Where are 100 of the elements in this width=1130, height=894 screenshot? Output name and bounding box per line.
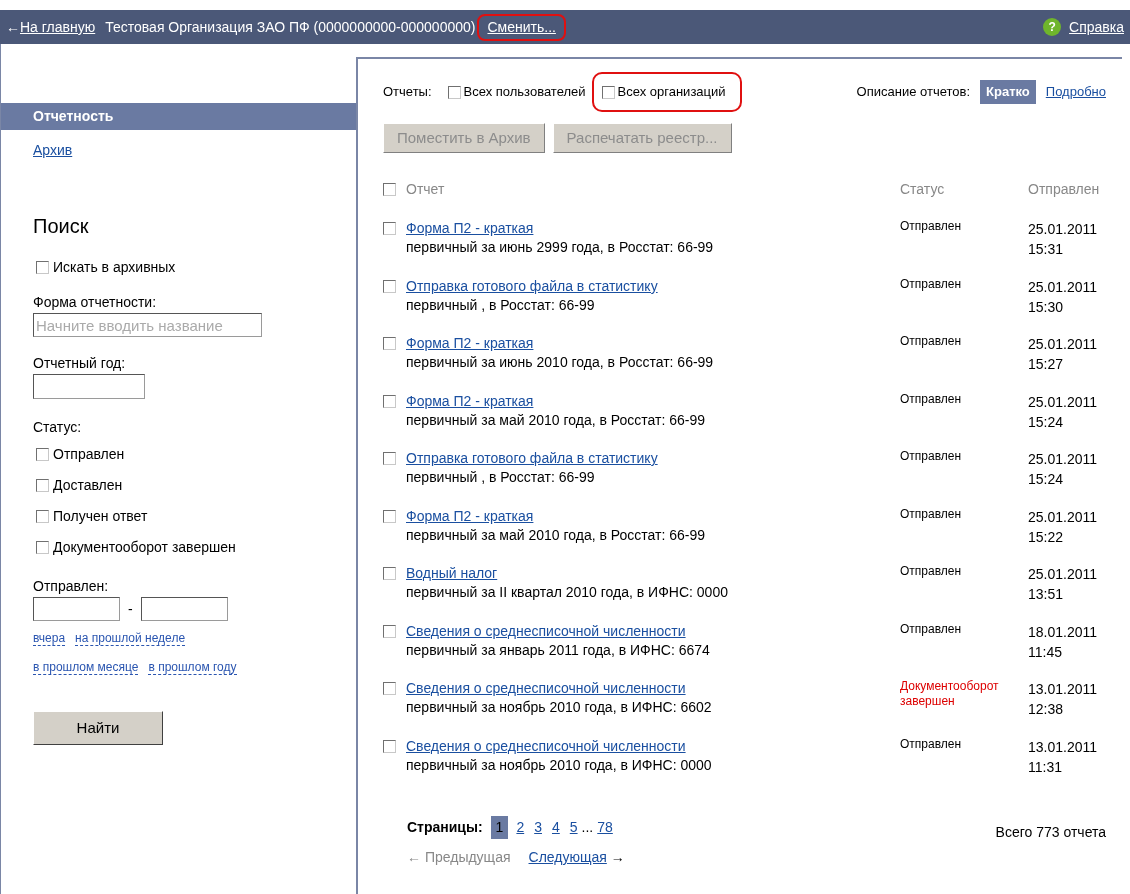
time-text: 15:22 [1028, 527, 1065, 547]
report-link[interactable]: Форма П2 - краткая [406, 391, 534, 411]
help-link[interactable]: Справка [1069, 16, 1124, 38]
checkbox-label: Получен ответ [53, 507, 148, 526]
report-link[interactable]: Сведения о среднесписочной численности [406, 679, 686, 698]
report-details: первичный , в Росстат: 66-99 [406, 468, 595, 487]
report-details: первичный за ноябрь 2010 года, в ИФНС: 6602 [406, 698, 712, 717]
checkbox[interactable] [36, 479, 49, 492]
checkbox[interactable] [383, 739, 396, 753]
report-details: первичный за июнь 2999 года, в Росстат: 66-99 [406, 238, 714, 257]
time-text: 15:30 [1028, 297, 1065, 317]
checkbox[interactable] [383, 182, 396, 196]
column-header: Отчет [406, 179, 445, 199]
sidebar-item[interactable]: Архив [1, 130, 356, 161]
pagination-label: Страницы: [407, 818, 483, 837]
checkbox[interactable] [383, 509, 396, 523]
report-link[interactable]: Водный налог [406, 564, 498, 583]
page-link[interactable]: 78 [597, 817, 613, 838]
mode-link[interactable]: Подробно [1045, 82, 1106, 102]
checkbox[interactable] [383, 222, 396, 235]
total-count: Всего 773 отчета [995, 823, 1106, 842]
date-text: 25.01.2011 [1028, 450, 1098, 469]
date-text: 18.01.2011 [1028, 622, 1098, 642]
date-text: 13.01.2011 [1028, 680, 1098, 699]
change-link[interactable]: Сменить... [487, 18, 556, 35]
date-link[interactable]: на прошлой неделе [75, 631, 186, 646]
date-text: 25.01.2011 [1028, 277, 1098, 297]
time-text: 15:24 [1028, 470, 1065, 489]
checkbox[interactable] [447, 85, 461, 99]
page-link[interactable]: 4 [552, 817, 560, 838]
status-text: Отправлен [900, 506, 963, 523]
input-field[interactable] [140, 597, 228, 621]
description-label: Описание отчетов: [856, 83, 971, 102]
field-label: Форма отчетности: [33, 293, 157, 312]
report-details: первичный за II квартал 2010 года, в ИФНС: 0000 [406, 583, 728, 602]
status-text: Отправлен [900, 276, 963, 293]
field-label: Статус: [33, 418, 82, 437]
report-link[interactable]: Отправка готового файла в статистику [406, 449, 658, 468]
ellipsis-text: ... [581, 818, 594, 837]
status-text: Отправлен [900, 621, 963, 638]
checkbox-label: Отправлен [53, 445, 125, 464]
checkbox[interactable] [36, 510, 49, 523]
checkbox[interactable] [383, 337, 396, 350]
time-text: 15:27 [1028, 355, 1065, 374]
checkbox[interactable] [383, 624, 396, 638]
checkbox[interactable] [383, 279, 396, 293]
next-link[interactable]: Следующая [528, 847, 607, 868]
checkbox[interactable] [383, 682, 396, 695]
page-link[interactable]: 3 [534, 817, 542, 838]
checkbox[interactable] [36, 541, 49, 554]
input-field[interactable] [33, 374, 145, 399]
date-link[interactable]: в прошлом месяце [33, 660, 139, 675]
page-link[interactable]: 2 [516, 817, 525, 838]
report-link[interactable]: Форма П2 - краткая [406, 219, 534, 238]
time-text: 15:24 [1028, 412, 1065, 432]
report-details: первичный за июнь 2010 года, в Росстат: 66-99 [406, 353, 714, 372]
report-link[interactable]: Отправка готового файла в статистику [406, 276, 658, 296]
date-link[interactable]: в прошлом году [148, 660, 237, 675]
checkbox[interactable] [383, 394, 396, 408]
field-label: Отправлен: [33, 577, 109, 596]
status-text: Отправлен [900, 449, 963, 465]
mode-link[interactable]: Кратко [980, 80, 1036, 104]
date-text: 25.01.2011 [1028, 565, 1098, 584]
report-details: первичный за ноябрь 2010 года, в ИФНС: 0000 [406, 755, 712, 775]
report-link[interactable]: Сведения о среднесписочной численности [406, 736, 686, 756]
input-field[interactable] [33, 597, 120, 621]
page-link[interactable]: 5 [569, 817, 578, 838]
filter-label: Отчеты: [383, 83, 432, 102]
checkbox-label: Искать в архивных [53, 258, 176, 277]
date-text: 25.01.2011 [1028, 335, 1098, 354]
column-header: Статус [900, 179, 946, 199]
checkbox[interactable] [383, 452, 396, 465]
arrow-icon: → [610, 847, 625, 868]
field-label: Отчетный год: [33, 354, 126, 373]
status-text: Отправлен [900, 736, 963, 753]
range-dash: - [128, 599, 133, 619]
find-button[interactable]: Найти [33, 711, 163, 745]
time-text: 11:45 [1028, 642, 1063, 662]
home-link[interactable]: На главную [20, 16, 96, 38]
checkbox[interactable] [383, 567, 396, 580]
report-details: первичный за январь 2011 года, в ИФНС: 6674 [406, 640, 710, 660]
report-link[interactable]: Сведения о среднесписочной численности [406, 621, 686, 641]
time-text: 11:31 [1028, 757, 1063, 777]
date-link[interactable]: вчера [33, 631, 66, 646]
report-details: первичный , в Росстат: 66-99 [406, 295, 595, 315]
status-text: Отправлен [900, 391, 963, 408]
time-text: 13:51 [1028, 585, 1065, 604]
status-text: Отправлен [900, 334, 963, 350]
arrow-icon: ← [6, 16, 20, 38]
input-field[interactable]: Начните вводить название [33, 313, 262, 337]
sidebar-item[interactable]: Отчетность [1, 103, 356, 130]
time-text: 15:31 [1028, 240, 1065, 259]
checkbox[interactable] [36, 261, 49, 274]
report-details: первичный за май 2010 года, в Росстат: 66-99 [406, 525, 706, 545]
page-link[interactable]: 1 [490, 816, 509, 839]
checkbox[interactable] [36, 448, 49, 461]
column-header: Отправлен [1028, 179, 1100, 199]
report-link[interactable]: Форма П2 - краткая [406, 334, 534, 353]
checkbox[interactable] [601, 85, 615, 99]
report-link[interactable]: Форма П2 - краткая [406, 506, 534, 526]
